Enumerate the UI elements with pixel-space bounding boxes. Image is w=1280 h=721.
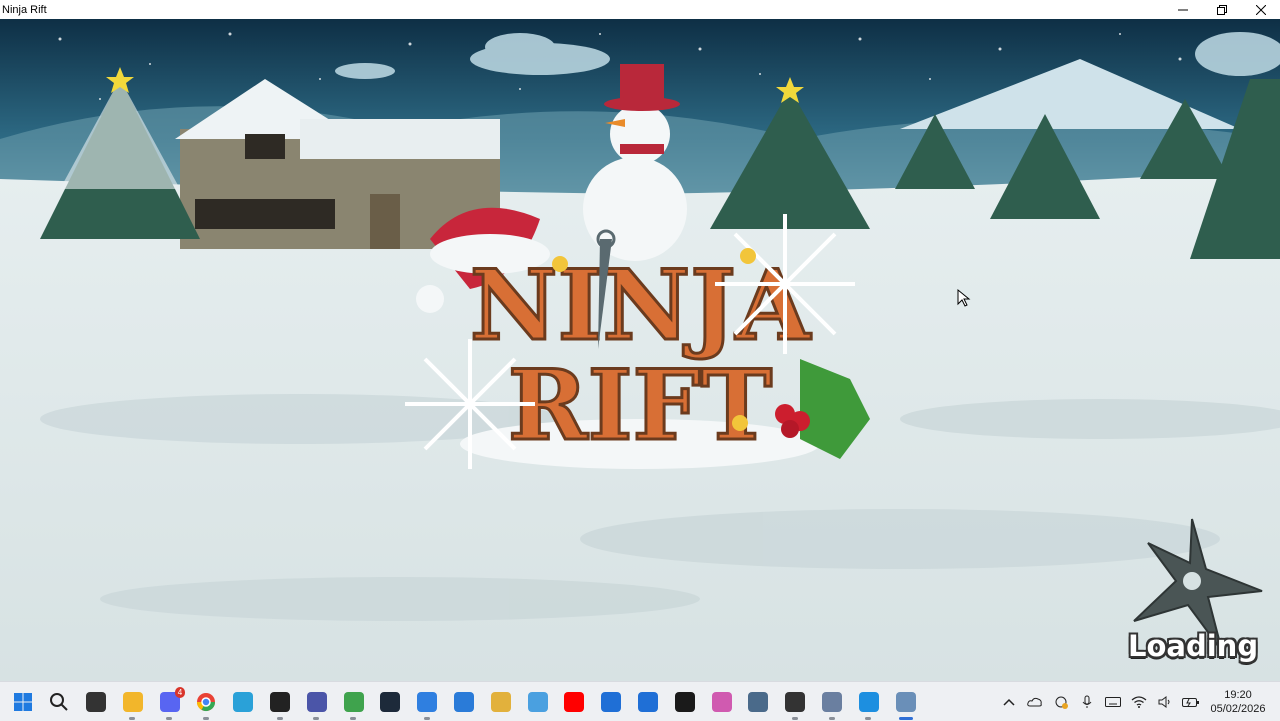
start-glyph (13, 692, 33, 712)
control-panel-glyph (527, 691, 548, 712)
speaker-icon[interactable] (1156, 693, 1174, 711)
vscode-glyph (601, 691, 622, 712)
control-panel-icon[interactable] (525, 689, 550, 714)
defender-glyph (638, 691, 659, 712)
epic-games-icon[interactable] (672, 689, 697, 714)
copilot-glyph (711, 691, 732, 712)
davinci-glyph (380, 691, 401, 712)
clock-date: 05/02/2026 (1210, 702, 1266, 715)
notification-badge: 4 (174, 687, 186, 698)
game-preview-icon[interactable] (820, 689, 845, 720)
chrome-glyph (196, 692, 216, 712)
game-preview-glyph (822, 691, 843, 712)
copilot-icon[interactable] (709, 689, 734, 714)
logo-title-line2: RIFT (508, 349, 772, 462)
app-store-icon[interactable] (856, 689, 881, 720)
paint-glyph (490, 691, 511, 712)
settings-icon[interactable] (746, 689, 771, 714)
editor-icon[interactable] (304, 689, 329, 720)
photos-icon[interactable] (452, 689, 477, 714)
minimize-button[interactable] (1163, 0, 1202, 19)
unity-icon[interactable] (84, 689, 109, 714)
youtube-icon[interactable] (562, 689, 587, 714)
editor-glyph (306, 691, 327, 712)
logo-title-line1: NINJA (470, 249, 812, 362)
window-title: Ninja Rift (2, 3, 47, 16)
defender-icon[interactable] (636, 689, 661, 714)
search-icon[interactable] (47, 689, 72, 714)
sync-icon[interactable] (1052, 693, 1070, 711)
taskbar-apps: 4 (10, 682, 930, 721)
obs-icon[interactable] (268, 689, 293, 720)
file-explorer-glyph (122, 691, 143, 712)
search-glyph (49, 692, 69, 712)
chrome-icon[interactable] (194, 689, 219, 720)
unity-glyph (86, 691, 107, 712)
clock-time: 19:20 (1224, 688, 1252, 701)
youtube-glyph (564, 691, 585, 712)
onedrive-icon[interactable] (1026, 693, 1044, 711)
vscode-icon[interactable] (599, 689, 624, 714)
taskbar: 4 19:20 05/02/2026 (0, 681, 1280, 721)
epic-games-glyph (674, 691, 695, 712)
discord-icon[interactable]: 4 (157, 687, 186, 720)
edge-icon[interactable] (231, 689, 256, 714)
notepad-glyph (417, 691, 438, 712)
app-store-glyph (858, 691, 879, 712)
keyboard-icon[interactable] (1104, 693, 1122, 711)
game-viewport[interactable]: NINJA RIFT Loading (0, 19, 1280, 681)
inkscape-glyph (785, 691, 806, 712)
inkscape-icon[interactable] (783, 689, 808, 720)
winter-scene: NINJA RIFT (0, 19, 1280, 681)
notepad-icon[interactable] (415, 689, 440, 720)
battery-icon[interactable] (1182, 693, 1200, 711)
system-tray: 19:20 05/02/2026 (1000, 682, 1280, 721)
edge-glyph (233, 691, 254, 712)
window-titlebar: Ninja Rift (0, 0, 1280, 19)
loading-label: Loading (1128, 629, 1259, 663)
paint-icon[interactable] (488, 689, 513, 714)
ninja-rift-icon[interactable] (893, 689, 918, 720)
clock[interactable]: 19:20 05/02/2026 (1208, 688, 1268, 716)
microphone-icon[interactable] (1078, 693, 1096, 711)
start-icon[interactable] (10, 689, 35, 714)
ninja-rift-glyph (895, 691, 916, 712)
davinci-icon[interactable] (378, 689, 403, 714)
obs-glyph (270, 691, 291, 712)
restore-button[interactable] (1202, 0, 1241, 19)
minimize-icon (1177, 9, 1188, 10)
photos-glyph (454, 691, 475, 712)
settings-glyph (748, 691, 769, 712)
close-icon (1255, 4, 1266, 15)
chevron-up-icon[interactable] (1000, 693, 1018, 711)
close-button[interactable] (1241, 0, 1280, 19)
restore-icon (1216, 4, 1227, 15)
file-explorer-icon[interactable] (120, 689, 145, 720)
image-editor-glyph (343, 691, 364, 712)
wifi-icon[interactable] (1130, 693, 1148, 711)
image-editor-icon[interactable] (341, 689, 366, 720)
